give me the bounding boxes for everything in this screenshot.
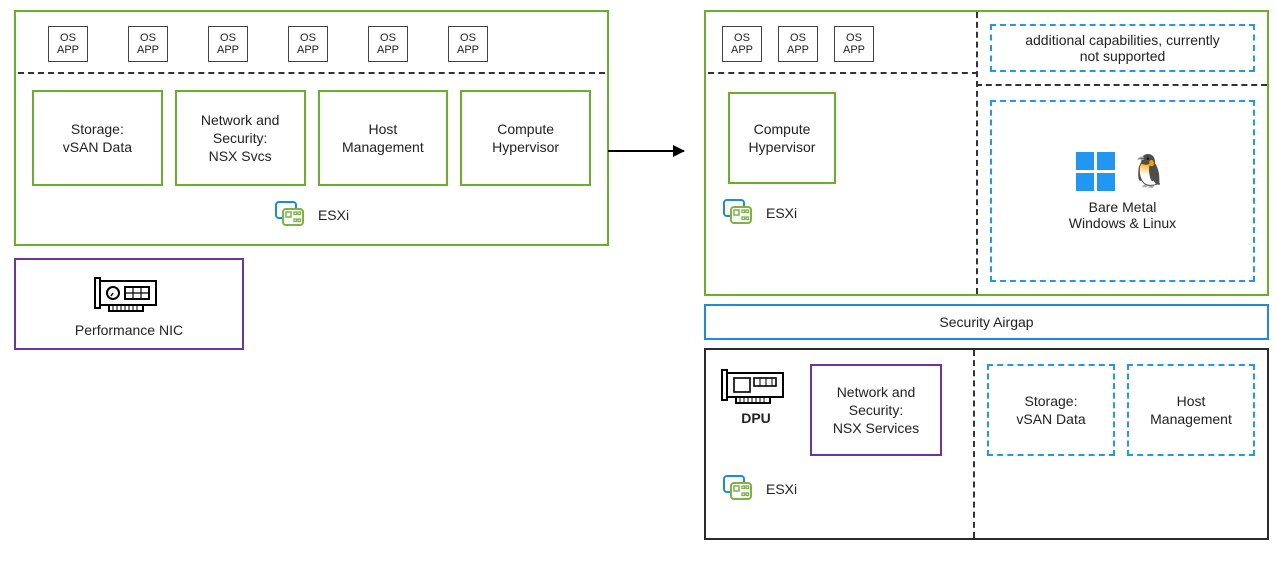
dpu-arch-column: OSAPP OSAPP OSAPP Compute Hypervisor — [704, 10, 1269, 540]
performance-nic-label: Performance NIC — [16, 322, 242, 338]
bare-metal-panel: additional capabilities, currently not s… — [978, 12, 1267, 294]
performance-nic-frame: Performance NIC — [14, 258, 244, 350]
security-airgap-bar: Security Airgap — [704, 304, 1269, 340]
svc-network-security: Network and Security: NSX Svcs — [175, 90, 306, 186]
esxi-label: ESXi — [706, 190, 976, 242]
dpu-right-panel: Storage: vSAN Data Host Management — [975, 350, 1267, 538]
esxi-icon — [274, 200, 308, 230]
esxi-text: ESXi — [318, 207, 349, 223]
vm-osapp: OSAPP — [834, 26, 874, 62]
services-row: Compute Hypervisor — [706, 74, 976, 190]
divider — [976, 84, 1267, 86]
os-app-row: OSAPP OSAPP OSAPP — [706, 12, 976, 72]
migration-arrow-icon — [608, 150, 684, 152]
esxi-text: ESXi — [766, 205, 797, 221]
host-frame: OSAPP OSAPP OSAPP Compute Hypervisor — [704, 10, 1269, 296]
esxi-text: ESXi — [766, 481, 797, 497]
esxi-icon — [722, 474, 756, 504]
vm-osapp: OSAPP — [368, 26, 408, 62]
bare-metal-box: 🐧 Bare Metal Windows & Linux — [990, 100, 1255, 282]
svc-compute-hypervisor: Compute Hypervisor — [460, 90, 591, 186]
vm-osapp: OSAPP — [288, 26, 328, 62]
vm-osapp: OSAPP — [722, 26, 762, 62]
dpu-frame: DPU Network and Security: NSX Services — [704, 348, 1269, 540]
dpu-card: DPU — [720, 364, 792, 426]
linux-tux-icon: 🐧 — [1129, 155, 1169, 187]
windows-icon — [1076, 152, 1115, 191]
svc-nsx-services: Network and Security: NSX Services — [810, 364, 942, 456]
services-row: Storage: vSAN Data Network and Security:… — [16, 74, 607, 192]
future-capabilities-box: additional capabilities, currently not s… — [990, 24, 1255, 72]
vm-osapp: OSAPP — [128, 26, 168, 62]
vm-osapp: OSAPP — [208, 26, 248, 62]
esxi-icon — [722, 198, 756, 228]
os-app-row: OSAPP OSAPP OSAPP OSAPP OSAPP OSAPP — [16, 12, 607, 72]
dpu-label: DPU — [720, 410, 792, 426]
traditional-arch-column: OSAPP OSAPP OSAPP OSAPP OSAPP OSAPP Stor… — [14, 10, 609, 540]
svc-compute-hypervisor: Compute Hypervisor — [728, 92, 836, 184]
esxi-compute-panel: OSAPP OSAPP OSAPP Compute Hypervisor — [706, 12, 976, 294]
nic-card-icon — [93, 272, 165, 316]
vm-osapp: OSAPP — [778, 26, 818, 62]
svc-storage: Storage: vSAN Data — [32, 90, 163, 186]
svc-host-mgmt: Host Management — [318, 90, 449, 186]
esxi-host-frame: OSAPP OSAPP OSAPP OSAPP OSAPP OSAPP Stor… — [14, 10, 609, 246]
dpu-left-panel: DPU Network and Security: NSX Services — [706, 350, 973, 538]
bare-metal-label: Bare Metal Windows & Linux — [1069, 199, 1176, 231]
vm-osapp: OSAPP — [448, 26, 488, 62]
esxi-label: ESXi — [16, 192, 607, 244]
svc-storage-future: Storage: vSAN Data — [987, 364, 1115, 456]
vm-osapp: OSAPP — [48, 26, 88, 62]
svc-host-mgmt-future: Host Management — [1127, 364, 1255, 456]
dpu-card-icon — [720, 364, 792, 408]
esxi-label: ESXi — [720, 456, 965, 504]
